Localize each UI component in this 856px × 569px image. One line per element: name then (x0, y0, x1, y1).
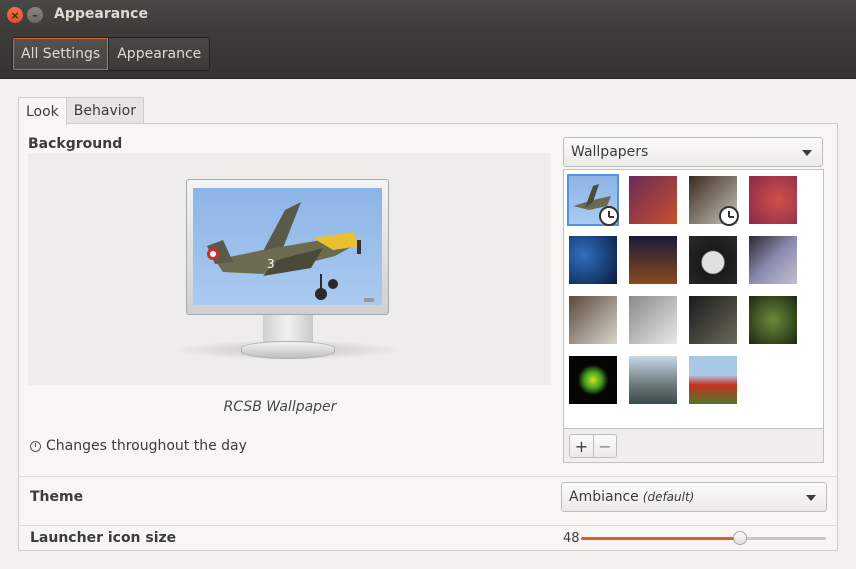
remove-wallpaper-button[interactable]: − (593, 435, 616, 457)
svg-text:3: 3 (267, 257, 275, 271)
breadcrumb: All Settings Appearance (12, 37, 211, 71)
wallpaper-thumb[interactable] (629, 176, 677, 224)
divider (19, 476, 837, 477)
changes-throughout-day: Changes throughout the day (30, 438, 247, 454)
wallpaper-source-select[interactable]: Wallpapers (563, 137, 823, 167)
power-led (364, 298, 374, 302)
changes-text: Changes throughout the day (46, 438, 247, 454)
wallpaper-source-value: Wallpapers (571, 144, 649, 160)
tab-behavior[interactable]: Behavior (66, 97, 144, 124)
header-toolbar: All Settings Appearance (0, 30, 856, 79)
window-title: Appearance (54, 6, 148, 22)
tab-look[interactable]: Look (18, 97, 67, 125)
wallpaper-thumb[interactable] (689, 356, 737, 404)
wallpaper-thumb[interactable] (567, 174, 619, 226)
add-remove-buttons: + − (569, 434, 617, 458)
tab-bar: Look Behavior (18, 97, 144, 125)
appearance-crumb[interactable]: Appearance (109, 38, 210, 70)
wallpaper-thumb[interactable] (749, 176, 797, 224)
clock-icon (719, 206, 739, 226)
clock-icon (599, 206, 619, 226)
launcher-icon-size-label: Launcher icon size (30, 530, 177, 546)
wallpaper-thumb[interactable] (689, 176, 739, 226)
theme-label: Theme (30, 489, 84, 505)
wallpaper-name: RCSB Wallpaper (223, 399, 337, 415)
slider-handle[interactable] (733, 531, 747, 545)
wallpaper-thumb[interactable] (629, 296, 677, 344)
slider-fill (581, 537, 740, 540)
close-icon[interactable]: × (7, 7, 23, 23)
title-bar: × – Appearance (0, 0, 856, 30)
minimize-icon[interactable]: – (27, 7, 43, 23)
theme-default-note: (default) (642, 490, 695, 504)
add-wallpaper-button[interactable]: + (570, 435, 593, 457)
all-settings-button[interactable]: All Settings (13, 38, 110, 70)
chevron-down-icon (802, 150, 812, 156)
wallpaper-thumb[interactable] (689, 236, 737, 284)
wallpaper-thumb[interactable] (749, 296, 797, 344)
clock-icon (30, 440, 41, 452)
wallpaper-thumb[interactable] (569, 296, 617, 344)
wallpaper-thumb[interactable] (569, 236, 617, 284)
divider (19, 525, 837, 526)
wallpaper-grid (563, 169, 824, 429)
biplane-image: 3 (207, 202, 361, 300)
wallpaper-screen: 3 (193, 188, 382, 305)
theme-select[interactable]: Ambiance (default) (561, 482, 827, 512)
theme-value: Ambiance (569, 489, 639, 505)
wallpaper-thumb[interactable] (569, 356, 617, 404)
wallpaper-thumb[interactable] (689, 296, 737, 344)
launcher-icon-size-slider[interactable] (581, 537, 826, 540)
wallpaper-thumb[interactable] (629, 236, 677, 284)
monitor-image: 3 (186, 179, 389, 315)
launcher-icon-size-value: 48 (563, 531, 580, 546)
chevron-down-icon (806, 495, 816, 501)
background-label: Background (28, 136, 123, 152)
wallpaper-thumb[interactable] (749, 236, 797, 284)
monitor-base (241, 341, 335, 359)
wallpaper-toolbar: + − (563, 429, 824, 463)
wallpaper-thumb[interactable] (629, 356, 677, 404)
